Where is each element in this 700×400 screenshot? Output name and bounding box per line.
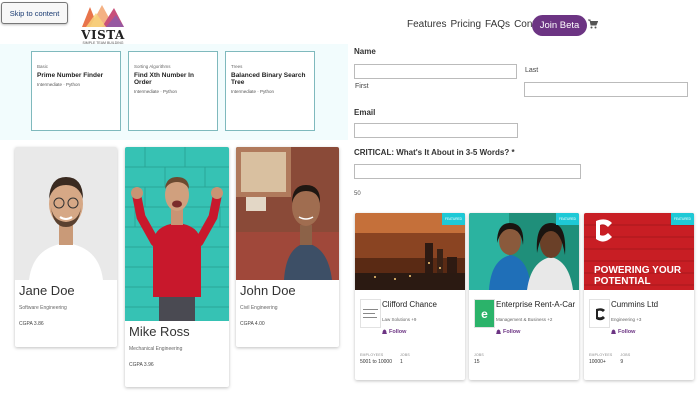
follow-label: Follow xyxy=(618,329,636,335)
stat-value: 5001 to 10000 xyxy=(360,359,392,365)
person-card[interactable]: John Doe Civil Engineering CGPA 4.00 xyxy=(236,147,339,347)
problem-card[interactable]: Basic Prime Number Finder Intermediate ·… xyxy=(31,51,121,131)
featured-badge: FEATURED xyxy=(556,213,579,225)
person-name: Mike Ross xyxy=(129,324,190,339)
problem-category: Basic xyxy=(37,64,49,69)
skip-to-content-button[interactable]: Skip to content xyxy=(1,2,68,24)
person-gpa: CGPA 4.00 xyxy=(240,321,265,327)
person-gpa: CGPA 3.86 xyxy=(19,321,44,327)
follow-button[interactable]: Follow xyxy=(611,329,635,335)
company-card[interactable]: FEATURED Clifford Chance Law Solutions +… xyxy=(355,213,465,380)
company-name: Enterprise Rent-A-Car xyxy=(496,300,576,309)
follow-button[interactable]: Follow xyxy=(496,329,520,335)
logo[interactable]: VISTA SIMPLE TEAM BUILDING xyxy=(80,5,126,45)
stat-key: EMPLOYEES xyxy=(360,353,384,357)
nav-pricing[interactable]: Pricing xyxy=(450,19,481,30)
company-card[interactable]: FEATURED POWERING YOUR POTENTIAL Cummins… xyxy=(584,213,694,380)
problem-card[interactable]: Trees Balanced Binary Search Tree Interm… xyxy=(225,51,315,131)
first-name-label: First xyxy=(355,83,369,90)
featured-badge: FEATURED xyxy=(442,213,465,225)
problem-title: Balanced Binary Search Tree xyxy=(231,72,306,86)
bell-icon xyxy=(496,329,501,334)
stat-key: EMPLOYEES xyxy=(589,353,613,357)
company-logo xyxy=(360,299,381,328)
person-gpa: CGPA 3.96 xyxy=(129,362,154,368)
follow-label: Follow xyxy=(389,329,407,335)
company-card[interactable]: FEATURED e Enterprise Rent-A-Car Managem… xyxy=(469,213,579,380)
person-photo xyxy=(15,147,117,280)
problem-category: Trees xyxy=(231,64,243,69)
company-banner-text: POWERING YOUR POTENTIAL xyxy=(594,265,682,287)
cart-icon[interactable] xyxy=(588,19,598,29)
featured-badge: FEATURED xyxy=(671,213,694,225)
stat-key: JOBS xyxy=(399,353,410,357)
problem-card[interactable]: Sorting Algorithms Find Xth Number In Or… xyxy=(128,51,218,131)
problem-panel: Basic Prime Number Finder Intermediate ·… xyxy=(0,44,348,140)
char-count: 50 xyxy=(354,191,361,197)
name-label: Name xyxy=(354,47,376,56)
last-name-input[interactable] xyxy=(524,82,688,97)
logo-word: VISTA xyxy=(81,28,125,42)
company-stats: EMPLOYEES 10000+ JOBS 9 xyxy=(589,353,630,365)
company-name: Clifford Chance xyxy=(382,300,437,309)
person-name: John Doe xyxy=(240,283,296,298)
person-major: Mechanical Engineering xyxy=(129,346,183,352)
problem-title: Prime Number Finder xyxy=(37,72,104,79)
company-stats: EMPLOYEES 5001 to 10000 JOBS 1 xyxy=(360,353,410,365)
nav-faqs[interactable]: FAQs xyxy=(485,19,510,30)
email-input[interactable] xyxy=(354,123,518,138)
stat-key: JOBS xyxy=(620,353,631,357)
person-major: Software Engineering xyxy=(19,305,67,311)
person-card[interactable]: Mike Ross Mechanical Engineering CGPA 3.… xyxy=(125,147,229,387)
nav-features[interactable]: Features xyxy=(407,19,446,30)
first-name-input[interactable] xyxy=(354,64,517,79)
follow-label: Follow xyxy=(503,329,521,335)
problem-meta: Intermediate · Python xyxy=(134,89,178,94)
person-photo xyxy=(236,147,339,280)
company-logo: e xyxy=(474,299,495,328)
stat-value: 15 xyxy=(474,359,480,365)
logo-mark xyxy=(82,5,124,27)
stat-value: 9 xyxy=(620,359,624,365)
join-beta-button[interactable]: Join Beta xyxy=(532,15,587,36)
person-name: Jane Doe xyxy=(19,283,75,298)
stat-value: 10000+ xyxy=(589,359,606,365)
main-nav: Features Pricing FAQs Contact xyxy=(407,19,549,30)
company-stats: JOBS 15 xyxy=(474,353,484,365)
person-card[interactable]: Jane Doe Software Engineering CGPA 3.86 xyxy=(15,147,117,347)
problem-title: Find Xth Number In Order xyxy=(134,72,194,86)
problem-meta: Intermediate · Python xyxy=(37,82,81,87)
stat-key: JOBS xyxy=(474,353,484,357)
person-photo xyxy=(125,147,229,321)
company-industry: Law Solutions +9 xyxy=(382,317,417,322)
company-industry: Engineering +3 xyxy=(611,317,642,322)
company-name: Cummins Ltd xyxy=(611,300,659,309)
company-logo xyxy=(589,299,610,328)
problem-meta: Intermediate · Python xyxy=(231,89,275,94)
email-label: Email xyxy=(354,108,376,117)
summary-input[interactable] xyxy=(354,164,581,179)
stat-value: 1 xyxy=(399,359,403,365)
company-industry: Management & Business +2 xyxy=(496,317,553,322)
critical-label: CRITICAL: What's It About in 3-5 Words? … xyxy=(354,148,515,157)
bell-icon xyxy=(611,329,616,334)
follow-button[interactable]: Follow xyxy=(382,329,406,335)
problem-category: Sorting Algorithms xyxy=(134,64,171,69)
last-name-label: Last xyxy=(525,67,539,74)
bell-icon xyxy=(382,329,387,334)
person-major: Civil Engineering xyxy=(240,305,278,311)
